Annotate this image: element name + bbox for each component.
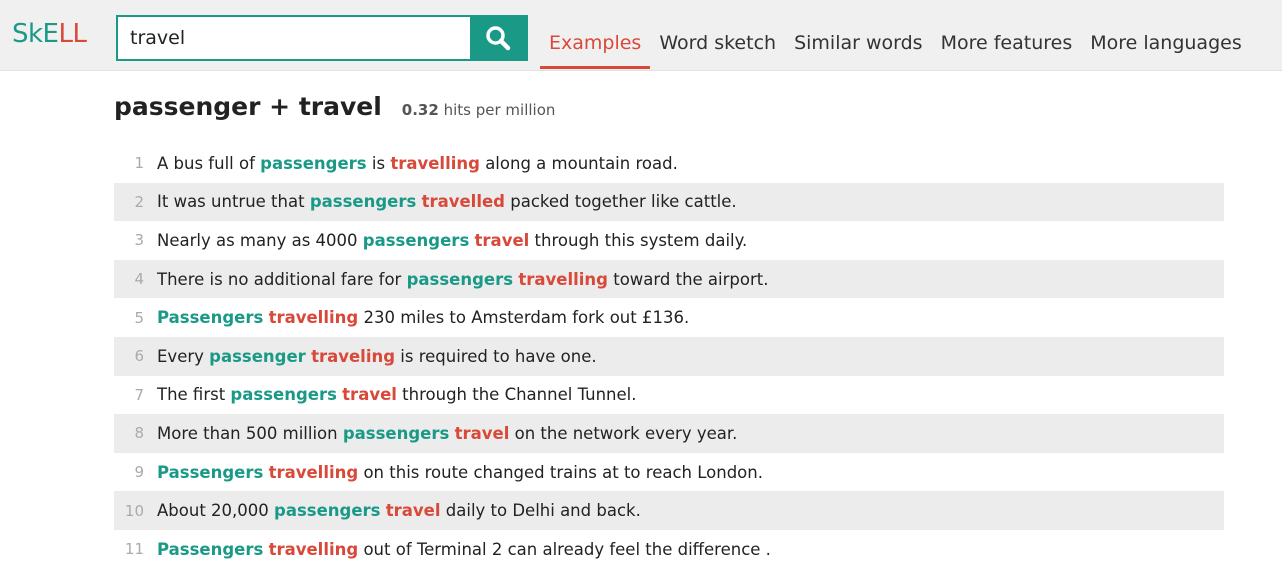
frequency-info: 0.32 hits per million <box>402 101 556 119</box>
sentence-text: along a mountain road. <box>479 153 678 173</box>
collocate-highlight: travelling <box>268 539 359 559</box>
tab-examples[interactable]: Examples <box>540 0 651 69</box>
example-sentence: Passengers travelling out of Terminal 2 … <box>157 540 771 559</box>
tab-similar-words[interactable]: Similar words <box>785 0 932 70</box>
example-sentence: Every passenger traveling is required to… <box>157 347 597 366</box>
sentence-text: 230 miles to Amsterdam fork out £136. <box>358 308 690 328</box>
sentence-text: through this system daily. <box>529 230 748 250</box>
keyword-highlight: Passengers <box>157 462 264 482</box>
example-row[interactable]: 6 Every passenger traveling is required t… <box>114 336 1224 376</box>
example-sentence: The first passengers travel through the … <box>157 385 637 404</box>
keyword-highlight: passengers <box>406 269 514 289</box>
sentence-text: It was untrue that <box>157 192 310 212</box>
example-row[interactable]: 5 Passengers travelling 230 miles to Amst… <box>114 298 1224 337</box>
collocate-highlight: travelling <box>390 153 480 173</box>
example-sentence: Nearly as many as 4000 passengers travel… <box>157 231 747 250</box>
example-number: 11 <box>124 540 144 559</box>
example-sentence: Passengers travelling 230 miles to Amste… <box>157 308 689 327</box>
example-row[interactable]: 7 The first passengers travel through the… <box>114 376 1224 415</box>
keyword-highlight: Passengers <box>157 308 264 328</box>
sentence-text: is required to have one. <box>395 346 597 366</box>
keyword-highlight: passengers <box>260 153 367 173</box>
example-row[interactable]: 3 Nearly as many as 4000 passengers trave… <box>114 221 1224 260</box>
skell-logo[interactable]: SkELL <box>12 19 87 49</box>
collocate-highlight: travel <box>474 230 530 250</box>
example-row[interactable]: 10 About 20,000 passengers travel daily t… <box>114 491 1224 530</box>
example-sentence: It was untrue that passengers travelled … <box>157 192 737 211</box>
example-number: 9 <box>134 463 144 482</box>
sentence-text: packed together like cattle. <box>504 192 737 212</box>
keyword-highlight: passengers <box>362 230 470 250</box>
main-nav: Examples Word sketch Similar words More … <box>540 0 1251 70</box>
logo-part-ske: SkE <box>12 19 59 49</box>
example-sentence: More than 500 million passengers travel … <box>157 424 737 443</box>
example-row[interactable]: 4 There is no additional fare for passeng… <box>114 259 1224 299</box>
sentence-text: Every <box>157 346 210 366</box>
keyword-highlight: passenger <box>209 346 306 366</box>
sentence-text: There is no additional fare for <box>157 269 407 289</box>
example-row[interactable]: 2 It was untrue that passengers travelled… <box>114 182 1224 222</box>
results-panel: passenger + travel 0.32 hits per million… <box>114 92 1224 559</box>
example-number: 2 <box>134 192 144 211</box>
example-sentence: A bus full of passengers is travelling a… <box>157 154 678 173</box>
sentence-text: on this route changed trains at to reach… <box>358 462 763 482</box>
collocate-highlight: traveling <box>311 346 396 366</box>
result-heading: passenger + travel 0.32 hits per million <box>114 92 1224 128</box>
sentence-text: More than 500 million <box>157 423 343 443</box>
collocate-highlight: travelled <box>421 192 505 212</box>
example-number: 4 <box>134 270 144 289</box>
example-list: 1 A bus full of passengers is travelling … <box>114 144 1224 569</box>
collocate-highlight: travelling <box>268 308 359 328</box>
sentence-text: A bus full of <box>157 153 261 173</box>
example-number: 7 <box>134 385 144 404</box>
example-number: 5 <box>134 308 144 327</box>
example-sentence: Passengers travelling on this route chan… <box>157 463 763 482</box>
sentence-text: on the network every year. <box>509 423 738 443</box>
example-row[interactable]: 9 Passengers travelling on this route cha… <box>114 453 1224 492</box>
keyword-highlight: passengers <box>309 192 417 212</box>
keyword-highlight: passengers <box>230 385 337 405</box>
sentence-text: The first <box>157 385 231 405</box>
keyword-highlight: passengers <box>342 423 450 443</box>
example-number: 6 <box>134 347 144 366</box>
hits-label: hits per million <box>443 101 556 119</box>
sentence-text: toward the airport. <box>607 269 769 289</box>
logo-part-ll: LL <box>58 19 87 49</box>
example-row[interactable]: 8 More than 500 million passengers travel… <box>114 414 1224 453</box>
tab-more-features[interactable]: More features <box>932 0 1082 70</box>
top-bar: SkELL Examples Word sketch Similar words… <box>0 0 1282 71</box>
collocate-highlight: travel <box>385 501 441 521</box>
search-icon <box>486 26 511 51</box>
query-title: passenger + travel <box>114 92 382 121</box>
collocate-highlight: travelling <box>268 462 359 482</box>
example-number: 3 <box>134 231 144 250</box>
keyword-highlight: Passengers <box>157 539 264 559</box>
example-row[interactable]: 1 A bus full of passengers is travelling … <box>114 144 1224 183</box>
example-sentence: About 20,000 passengers travel daily to … <box>157 501 641 520</box>
tab-more-languages[interactable]: More languages <box>1081 0 1251 70</box>
collocate-highlight: travel <box>342 385 397 405</box>
search-button[interactable] <box>470 17 526 59</box>
example-number: 8 <box>134 424 144 443</box>
sentence-text: is <box>366 153 391 173</box>
collocate-highlight: travelling <box>518 269 608 289</box>
example-sentence: There is no additional fare for passenge… <box>157 270 768 289</box>
keyword-highlight: passengers <box>274 501 381 521</box>
hits-value: 0.32 <box>401 101 439 119</box>
sentence-text: Nearly as many as 4000 <box>157 230 363 250</box>
tab-word-sketch[interactable]: Word sketch <box>650 0 785 70</box>
sentence-text: out of Terminal 2 can already feel the d… <box>358 539 771 559</box>
search-input[interactable] <box>118 17 482 59</box>
search-box <box>116 15 528 61</box>
sentence-text: daily to Delhi and back. <box>440 501 641 521</box>
sentence-text: through the Channel Tunnel. <box>396 385 637 405</box>
collocate-highlight: travel <box>454 423 510 443</box>
sentence-text: About 20,000 <box>157 501 275 521</box>
example-number: 1 <box>134 154 144 173</box>
example-number: 10 <box>124 501 144 520</box>
